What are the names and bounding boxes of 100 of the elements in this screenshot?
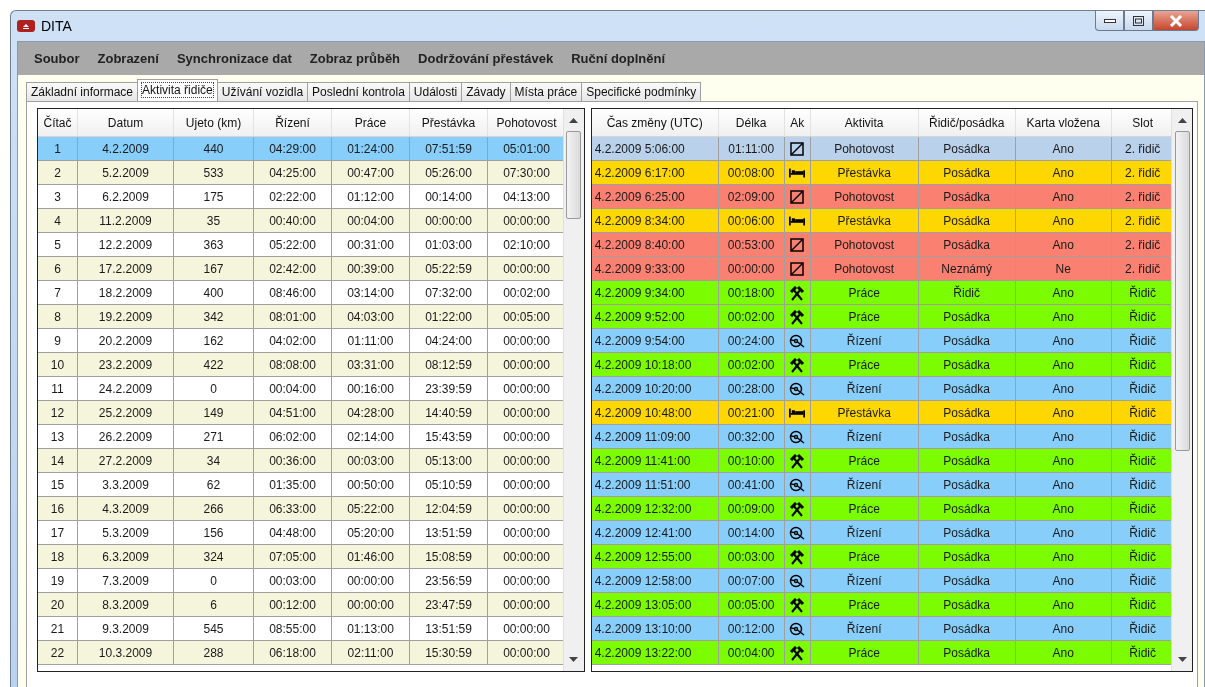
table-cell: 00:04:00 — [332, 209, 410, 233]
close-icon — [1169, 14, 1183, 27]
table-row[interactable]: 2 5.2.2009 533 04:25:00 00:47:00 05:26:00 07:30:00 — [38, 161, 563, 185]
menu-item[interactable]: Soubor — [26, 47, 88, 70]
table-row[interactable]: 4.2.2009 11:51:00 00:41:00 Řízení Posádka Ano Řidič — [591, 473, 1172, 497]
square-slash-icon — [789, 260, 806, 277]
table-row[interactable]: 4.2.2009 8:34:00 00:06:00 Přestávka Posádka Ano 2. řidič — [591, 209, 1172, 233]
scroll-thumb[interactable] — [1174, 131, 1190, 451]
table-cell: 05:13:00 — [410, 449, 488, 473]
table-row[interactable]: 12 25.2.2009 149 04:51:00 04:28:00 14:40:59 00:00:00 — [38, 401, 563, 425]
table-row[interactable]: 6 17.2.2009 167 02:42:00 00:39:00 05:22:59 00:00:00 — [38, 257, 563, 281]
table-row[interactable]: 4.2.2009 9:54:00 00:24:00 Řízení Posádka Ano Řidič — [591, 329, 1172, 353]
table-row[interactable]: 4 11.2.2009 35 00:40:00 00:04:00 00:00:00 00:00:00 — [38, 209, 563, 233]
table-row[interactable]: 4.2.2009 13:05:00 00:05:00 Práce Posádka Ano Řidič — [591, 593, 1172, 617]
tab[interactable]: Aktivita řidiče — [137, 79, 218, 101]
table-cell: 10.3.2009 — [78, 641, 174, 665]
table-row[interactable]: 4.2.2009 12:58:00 00:07:00 Řízení Posádka Ano Řidič — [591, 569, 1172, 593]
table-row[interactable]: 4.2.2009 9:34:00 00:18:00 Práce Řidič Ano Řidič — [591, 281, 1172, 305]
crossed-hammers-icon — [789, 548, 806, 565]
table-cell: 14 — [38, 449, 78, 473]
scrollbar[interactable] — [1171, 109, 1192, 671]
table-row[interactable]: 4.2.2009 5:06:00 01:11:00 Pohotovost Posádka Ano 2. řidič — [591, 137, 1172, 161]
scroll-thumb[interactable] — [566, 131, 582, 219]
crossed-hammers-icon — [789, 356, 806, 373]
steering-wheel-icon — [789, 380, 806, 397]
table-cell: 10 — [38, 353, 78, 377]
table-row[interactable]: 22 10.3.2009 288 06:18:00 02:11:00 15:30:59 00:00:00 — [38, 641, 563, 665]
tab[interactable]: Užívání vozidla — [216, 82, 309, 101]
table-row[interactable]: 4.2.2009 12:32:00 00:09:00 Práce Posádka Ano Řidič — [591, 497, 1172, 521]
table-row[interactable]: 4.2.2009 13:22:00 00:04:00 Práce Posádka Ano Řidič — [591, 641, 1172, 665]
table-cell: 167 — [174, 257, 254, 281]
square-slash-icon — [789, 188, 806, 205]
up-arrow-icon[interactable] — [1177, 117, 1187, 123]
maximize-button[interactable] — [1124, 11, 1153, 31]
table-row[interactable]: 4.2.2009 10:18:00 00:02:00 Práce Posádka Ano Řidič — [591, 353, 1172, 377]
column-header[interactable]: Ujeto (km) — [174, 109, 254, 137]
close-button[interactable] — [1153, 11, 1199, 31]
menu-item[interactable]: Dodržování přestávek — [410, 47, 562, 70]
down-arrow-icon[interactable] — [569, 657, 579, 663]
column-header[interactable]: Datum — [78, 109, 174, 137]
tab[interactable]: Události — [408, 82, 463, 101]
crossed-hammers-icon — [789, 596, 806, 613]
tab[interactable]: Poslední kontrola — [307, 82, 410, 101]
table-row[interactable]: 10 23.2.2009 422 08:08:00 03:31:00 08:12:59 00:00:00 — [38, 353, 563, 377]
table-row[interactable]: 14 27.2.2009 34 00:36:00 00:03:00 05:13:00 00:00:00 — [38, 449, 563, 473]
column-header[interactable]: Čítač — [38, 109, 78, 137]
table-cell: 22 — [38, 641, 78, 665]
table-cell: 342 — [174, 305, 254, 329]
table-cell: 15:08:59 — [410, 545, 488, 569]
table-cell: 27.2.2009 — [78, 449, 174, 473]
column-header[interactable]: Délka — [718, 109, 785, 137]
table-row[interactable]: 4.2.2009 9:52:00 00:02:00 Práce Posádka Ano Řidič — [591, 305, 1172, 329]
column-header[interactable]: Přestávka — [410, 109, 488, 137]
menu-item[interactable]: Zobraz průběh — [301, 47, 409, 70]
table-row[interactable]: 4.2.2009 11:09:00 00:32:00 Řízení Posádka Ano Řidič — [591, 425, 1172, 449]
table-cell: 20 — [38, 593, 78, 617]
table-row[interactable]: 16 4.3.2009 266 06:33:00 05:22:00 12:04:59 00:00:00 — [38, 497, 563, 521]
tab[interactable]: Základní informace — [26, 82, 139, 101]
up-arrow-icon[interactable] — [569, 117, 579, 123]
table-row[interactable]: 4.2.2009 9:33:00 00:00:00 Pohotovost Neznámý Ne 2. řidič — [591, 257, 1172, 281]
table-cell: 00:00:00 — [332, 593, 410, 617]
column-header[interactable]: Karta vložena — [1015, 109, 1112, 137]
table-row[interactable]: 20 8.3.2009 6 00:12:00 00:00:00 23:47:59 00:00:00 — [38, 593, 563, 617]
minimize-button[interactable] — [1095, 11, 1124, 31]
table-row[interactable]: 4.2.2009 12:41:00 00:14:00 Řízení Posádka Ano Řidič — [591, 521, 1172, 545]
table-cell: 17.2.2009 — [78, 257, 174, 281]
table-row[interactable]: 4.2.2009 10:48:00 00:21:00 Přestávka Posádka Ano Řidič — [591, 401, 1172, 425]
table-row[interactable]: 4.2.2009 11:41:00 00:10:00 Práce Posádka Ano Řidič — [591, 449, 1172, 473]
table-row[interactable]: 4.2.2009 12:55:00 00:03:00 Práce Posádka Ano Řidič — [591, 545, 1172, 569]
table-cell: 00:04:00 — [718, 641, 785, 665]
column-header[interactable]: Čas změny (UTC) — [591, 109, 719, 137]
table-row[interactable]: 4.2.2009 6:17:00 00:08:00 Přestávka Posádka Ano 2. řidič — [591, 161, 1172, 185]
menu-item[interactable]: Synchronizace dat — [168, 47, 300, 70]
tab[interactable]: Specifické podmínky — [581, 82, 702, 101]
table-row[interactable]: 18 6.3.2009 324 07:05:00 01:46:00 15:08:59 00:00:00 — [38, 545, 563, 569]
table-row[interactable]: 4.2.2009 13:10:00 00:12:00 Řízení Posádka Ano Řidič — [591, 617, 1172, 641]
down-arrow-icon[interactable] — [1177, 657, 1187, 663]
crossed-hammers-icon — [789, 500, 806, 517]
column-header[interactable]: Aktivita — [810, 109, 919, 137]
table-row[interactable]: 4.2.2009 10:20:00 00:28:00 Řízení Posádka Ano Řidič — [591, 377, 1172, 401]
column-header[interactable]: Ak — [784, 109, 811, 137]
table-row[interactable]: 8 19.2.2009 342 08:01:00 04:03:00 01:22:00 00:05:00 — [38, 305, 563, 329]
column-header[interactable]: Řidič/posádka — [918, 109, 1016, 137]
column-header[interactable]: Řízení — [254, 109, 332, 137]
menu-item[interactable]: Ruční doplnění — [563, 47, 674, 70]
tab[interactable]: Místa práce — [509, 82, 583, 101]
table-row[interactable]: 1 4.2.2009 440 04:29:00 01:24:00 07:51:59 05:01:00 — [38, 137, 563, 161]
table-cell: 8.3.2009 — [78, 593, 174, 617]
table-row[interactable]: 4.2.2009 8:40:00 00:53:00 Pohotovost Posádka Ano 2. řidič — [591, 233, 1172, 257]
table-cell: 34 — [174, 449, 254, 473]
table-cell: 00:03:00 — [332, 449, 410, 473]
table-cell: 4 — [38, 209, 78, 233]
table-cell: 149 — [174, 401, 254, 425]
column-header[interactable]: Práce — [332, 109, 410, 137]
scrollbar[interactable] — [562, 109, 584, 671]
table-cell: 04:25:00 — [254, 161, 332, 185]
table-row[interactable]: 4.2.2009 6:25:00 02:09:00 Pohotovost Posádka Ano 2. řidič — [591, 185, 1172, 209]
menu-item[interactable]: Zobrazení — [89, 47, 167, 70]
tab[interactable]: Závady — [461, 82, 511, 101]
maximize-icon — [1133, 15, 1144, 26]
